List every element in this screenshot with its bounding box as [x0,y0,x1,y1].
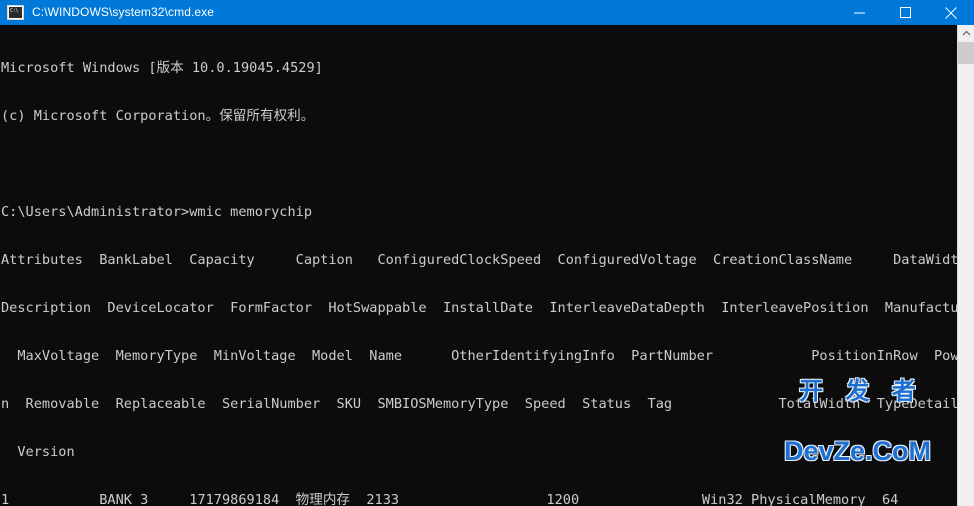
close-button[interactable] [928,0,974,25]
console-line: Microsoft Windows [版本 10.0.19045.4529] [1,60,323,76]
scrollbar-thumb[interactable] [958,42,974,64]
console-area: Microsoft Windows [版本 10.0.19045.4529] (… [0,25,974,506]
window-controls [836,0,974,25]
scroll-up-button[interactable] [958,25,974,42]
console-line: n Removable Replaceable SerialNumber SKU… [1,396,957,412]
console-line: Attributes BankLabel Capacity Caption Co… [1,252,957,268]
window-title: C:\WINDOWS\system32\cmd.exe [32,5,215,19]
minimize-button[interactable] [836,0,882,25]
console-line: Description DeviceLocator FormFactor Hot… [1,300,957,316]
console-output[interactable]: Microsoft Windows [版本 10.0.19045.4529] (… [0,25,957,506]
console-line: Version [1,444,75,460]
console-line: 1 BANK 3 17179869184 物理内存 2133 1200 Win3… [1,492,899,506]
scrollbar-track[interactable] [958,42,974,506]
watermark: 开 发 者 DevZe.CoM [784,346,931,498]
title-bar[interactable]: C:\WINDOWS\system32\cmd.exe [0,0,974,25]
cmd-window: C:\WINDOWS\system32\cmd.exe [0,0,974,506]
console-line: (c) Microsoft Corporation。保留所有权利。 [1,108,315,124]
cmd-icon [7,5,24,20]
maximize-button[interactable] [882,0,928,25]
console-line: MaxVoltage MemoryType MinVoltage Model N… [1,348,957,364]
vertical-scrollbar[interactable] [957,25,974,506]
console-command-line: C:\Users\Administrator>wmic memorychip [1,204,312,220]
